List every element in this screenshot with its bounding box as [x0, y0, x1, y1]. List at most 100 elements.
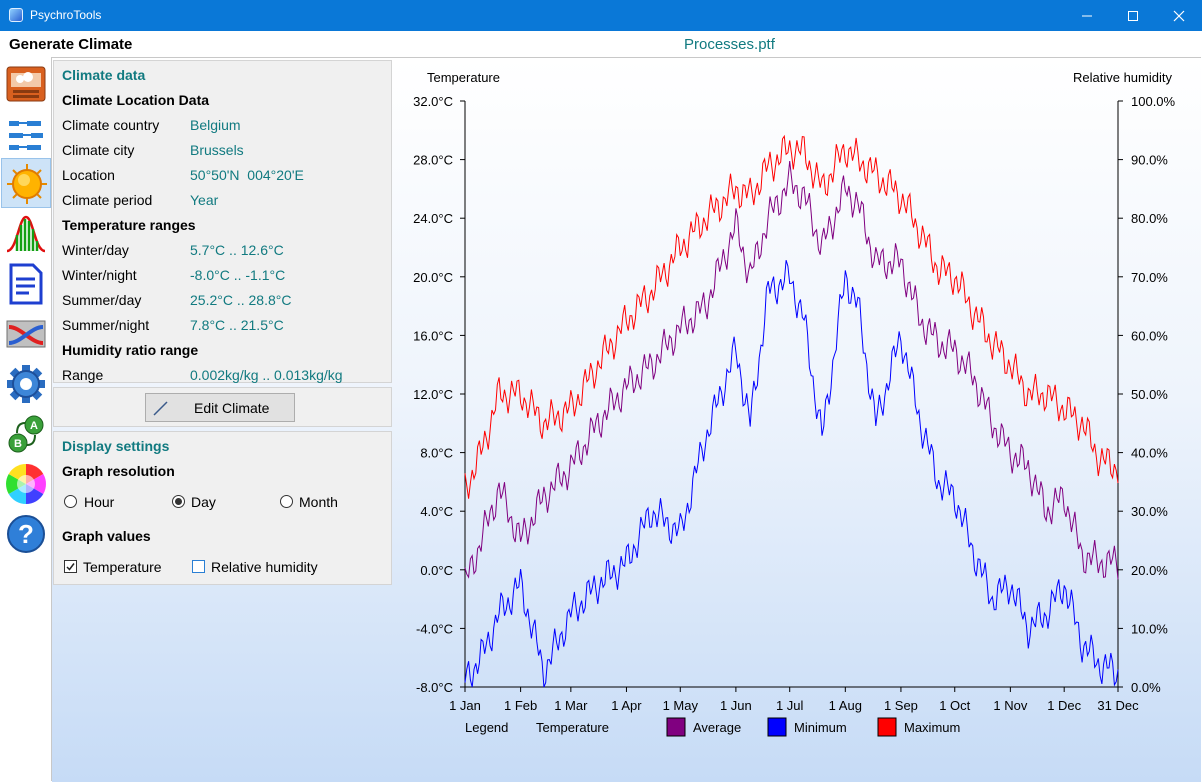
period-value: Year — [190, 192, 219, 208]
radio-day-label: Day — [191, 494, 216, 510]
relative-humidity-checkbox-label: Relative humidity — [211, 559, 318, 575]
city-value: Brussels — [190, 142, 244, 158]
y-tick-label: 4.0°C — [420, 504, 453, 519]
sidebar-item-colors[interactable] — [1, 459, 51, 509]
radio-month[interactable] — [280, 495, 293, 508]
climate-data-title: Climate data — [62, 67, 146, 83]
legend-group-label: Temperature — [536, 720, 609, 735]
radio-hour[interactable] — [64, 495, 77, 508]
humidity-heading: Humidity ratio range — [62, 342, 199, 358]
x-tick-label: 1 Mar — [554, 698, 588, 713]
temperature-checkbox[interactable] — [64, 560, 77, 573]
close-button[interactable] — [1156, 0, 1202, 31]
x-tick-label: 1 Aug — [829, 698, 862, 713]
y-tick-label: 24.0°C — [413, 211, 453, 226]
x-tick-label: 1 Dec — [1047, 698, 1081, 713]
x-tick-label: 1 Oct — [939, 698, 970, 713]
x-tick-label: 1 Nov — [993, 698, 1027, 713]
winter-day-label: Winter/day — [62, 242, 129, 258]
sidebar-item-heat-exchanger[interactable] — [1, 309, 51, 359]
legend-entry-maximum: Maximum — [904, 720, 960, 735]
country-label: Climate country — [62, 117, 160, 133]
sidebar-item-process-flow[interactable] — [1, 109, 51, 159]
y2-tick-label: 40.0% — [1131, 446, 1168, 461]
sidebar-item-sun[interactable] — [1, 158, 51, 208]
chart-axes: 32.0°C 28.0°C 24.0°C 20.0°C 16.0°C 12.0°C 8.0°… — [413, 94, 1175, 713]
sidebar-item-conversion[interactable]: A B — [1, 409, 51, 459]
svg-text:A: A — [30, 420, 38, 432]
y2-tick-label: 50.0% — [1131, 387, 1168, 402]
page-title: Generate Climate — [9, 36, 133, 53]
legend-swatch-minimum — [767, 717, 787, 737]
y2-tick-label: 20.0% — [1131, 563, 1168, 578]
header-bar: Generate Climate Processes.ptf — [0, 31, 1202, 56]
y-tick-label: -4.0°C — [416, 621, 453, 636]
legend-entry-minimum: Minimum — [794, 720, 847, 735]
window-title: PsychroTools — [30, 8, 102, 22]
edit-climate-button[interactable]: Edit Climate — [145, 393, 295, 422]
series-line-average — [464, 161, 1119, 580]
relative-humidity-checkbox[interactable] — [192, 560, 205, 573]
temperature-checkbox-label: Temperature — [83, 559, 162, 575]
winter-day-value: 5.7°C .. 12.6°C — [190, 242, 284, 258]
y2-tick-label: 60.0% — [1131, 328, 1168, 343]
sidebar-item-document[interactable] — [1, 259, 51, 309]
sidebar-item-building[interactable] — [1, 59, 51, 109]
left-axis-label: Temperature — [427, 70, 500, 85]
x-tick-label: 1 Jan — [449, 698, 481, 713]
minimize-icon — [1082, 15, 1092, 17]
y2-tick-label: 70.0% — [1131, 270, 1168, 285]
location-heading: Climate Location Data — [62, 92, 210, 108]
radio-day[interactable] — [172, 495, 185, 508]
summer-day-value: 25.2°C .. 28.8°C — [190, 292, 292, 308]
sidebar-item-settings[interactable] — [1, 359, 51, 409]
file-name: Processes.ptf — [684, 36, 775, 53]
help-icon: ? — [7, 515, 45, 553]
graph-values-heading: Graph values — [62, 528, 151, 544]
sidebar-item-distribution[interactable] — [1, 209, 51, 259]
chart-series — [464, 134, 1119, 688]
a-b-conversion-icon: A B — [8, 415, 44, 453]
city-label: Climate city — [62, 142, 135, 158]
title-bar: PsychroTools — [0, 0, 1202, 31]
y-tick-label: 0.0°C — [420, 563, 453, 578]
maximize-button[interactable] — [1110, 0, 1156, 31]
legend-label: Legend — [465, 720, 508, 735]
display-settings-panel: Display settings Graph resolution Hour D… — [53, 431, 392, 585]
y-tick-label: -8.0°C — [416, 680, 453, 695]
edit-climate-label: Edit Climate — [194, 400, 270, 416]
location-value: 50°50'N 004°20'E — [190, 167, 304, 183]
period-label: Climate period — [62, 192, 153, 208]
humidity-range-value: 0.002kg/kg .. 0.013kg/kg — [190, 367, 343, 383]
right-axis-label: Relative humidity — [1073, 70, 1172, 85]
sidebar-item-help[interactable]: ? — [1, 509, 51, 559]
summer-day-label: Summer/day — [62, 292, 142, 308]
sidebar: A B ? — [1, 57, 52, 781]
svg-text:?: ? — [18, 519, 34, 549]
document-icon — [9, 263, 43, 305]
y-tick-label: 32.0°C — [413, 94, 453, 109]
x-tick-label: 1 Jul — [776, 698, 804, 713]
legend-entry-average: Average — [693, 720, 741, 735]
building-icon — [6, 66, 46, 102]
x-tick-label: 1 Feb — [504, 698, 537, 713]
legend-swatch-average — [666, 717, 686, 737]
y-tick-label: 12.0°C — [413, 387, 453, 402]
gear-icon — [7, 365, 45, 403]
summer-night-value: 7.8°C .. 21.5°C — [190, 317, 284, 333]
x-tick-label: 1 Apr — [611, 698, 642, 713]
legend-swatch-maximum — [877, 717, 897, 737]
app-icon — [9, 8, 23, 22]
process-flow-icon — [9, 121, 43, 150]
heat-exchanger-icon — [6, 320, 46, 348]
country-value: Belgium — [190, 117, 241, 133]
edit-panel: Edit Climate — [53, 387, 392, 427]
distribution-icon — [6, 215, 46, 253]
location-label: Location — [62, 167, 115, 183]
x-tick-label: 1 May — [663, 698, 699, 713]
minimize-button[interactable] — [1064, 0, 1110, 31]
temperature-heading: Temperature ranges — [62, 217, 196, 233]
x-tick-label: 1 Sep — [884, 698, 918, 713]
y-tick-label: 28.0°C — [413, 153, 453, 168]
y2-tick-label: 10.0% — [1131, 621, 1168, 636]
